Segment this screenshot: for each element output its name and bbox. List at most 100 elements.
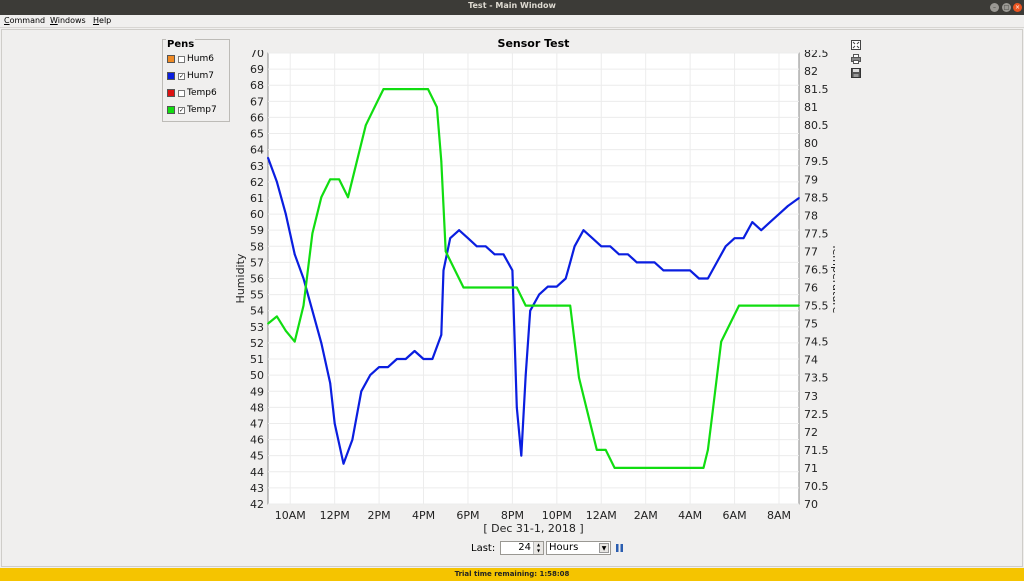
data-point-hum7 xyxy=(680,269,683,272)
x-tick-label: 8AM xyxy=(767,509,791,522)
y-tick-label: 64 xyxy=(250,144,264,157)
last-value[interactable]: 24 xyxy=(518,542,531,553)
data-point-temp7 xyxy=(293,340,296,343)
data-point-hum7 xyxy=(653,261,656,264)
pen-row-temp7[interactable]: ✓ Temp7 xyxy=(167,104,217,116)
y-tick-label: 53 xyxy=(250,321,264,334)
data-point-temp7 xyxy=(640,467,643,469)
x-tick-label: 6AM xyxy=(723,509,747,522)
y2-tick-label: 81.5 xyxy=(804,83,829,96)
data-point-temp7 xyxy=(729,322,732,325)
pens-legend: Pens Hum6 ✓ Hum7 Temp6 ✓ Temp7 xyxy=(162,39,230,122)
y2-tick-label: 74 xyxy=(804,354,818,367)
y2-tick-label: 80.5 xyxy=(804,119,829,132)
chevron-down-icon[interactable]: ▼ xyxy=(599,543,609,553)
menu-bar: Command Windows Help xyxy=(0,15,1024,28)
zoom-icon[interactable] xyxy=(851,40,861,50)
data-point-temp7 xyxy=(649,467,652,469)
data-point-temp7 xyxy=(440,160,443,163)
pen-label: Temp6 xyxy=(187,88,217,98)
y-tick-label: 59 xyxy=(250,224,264,237)
pen-checkbox[interactable]: ✓ xyxy=(178,106,185,114)
trial-status-text: Trial time remaining: 1:58:08 xyxy=(454,570,570,578)
data-point-hum7 xyxy=(644,261,647,264)
data-point-temp7 xyxy=(533,304,536,307)
pen-color-swatch xyxy=(167,89,175,97)
data-point-temp7 xyxy=(391,88,394,90)
last-label: Last: xyxy=(471,543,496,554)
y2-tick-label: 81 xyxy=(804,101,818,114)
chart-plot[interactable]: 42 43 44 45 46 47 48 49 50 51 52 53 54 55 56 57 58 59 60 61… xyxy=(235,50,835,540)
y-tick-label: 42 xyxy=(250,498,264,511)
data-point-hum7 xyxy=(342,462,345,465)
close-button[interactable]: × xyxy=(1013,3,1022,12)
data-point-temp7 xyxy=(764,304,767,307)
data-point-hum7 xyxy=(689,269,692,272)
data-point-hum7 xyxy=(267,156,269,159)
y-tick-label: 58 xyxy=(250,240,264,253)
y2-tick-label: 78.5 xyxy=(804,191,829,204)
data-point-hum7 xyxy=(511,269,514,272)
y2-tick-label: 77 xyxy=(804,245,818,258)
pause-icon[interactable] xyxy=(615,543,624,553)
pen-row-hum7[interactable]: ✓ Hum7 xyxy=(167,70,214,82)
menu-help[interactable]: Help xyxy=(93,16,111,25)
data-point-hum7 xyxy=(422,358,425,360)
data-point-temp7 xyxy=(604,448,607,451)
y2-tick-label: 70 xyxy=(804,498,818,511)
menu-windows[interactable]: Windows xyxy=(50,16,86,25)
data-point-hum7 xyxy=(413,350,416,352)
pen-row-temp6[interactable]: Temp6 xyxy=(167,87,217,99)
pen-label: Hum7 xyxy=(187,71,214,81)
menu-command[interactable]: Command xyxy=(4,16,45,25)
data-point-hum7 xyxy=(302,277,305,280)
data-point-temp7 xyxy=(427,88,429,90)
data-point-hum7 xyxy=(449,237,452,240)
x-tick-label: 12AM xyxy=(586,509,617,522)
pen-row-hum6[interactable]: Hum6 xyxy=(167,53,214,65)
data-point-hum7 xyxy=(369,374,372,377)
y-tick-label: 50 xyxy=(250,369,264,382)
data-point-temp7 xyxy=(498,286,500,289)
data-point-hum7 xyxy=(698,277,700,280)
pen-checkbox[interactable] xyxy=(178,89,185,97)
maximize-button[interactable]: □ xyxy=(1002,3,1011,12)
data-point-temp7 xyxy=(675,467,678,469)
data-point-temp7 xyxy=(551,304,554,307)
data-point-hum7 xyxy=(431,358,434,360)
time-unit-dropdown[interactable]: Hours ▼ xyxy=(546,541,611,555)
pen-checkbox[interactable] xyxy=(178,55,185,63)
data-point-hum7 xyxy=(329,382,332,385)
save-icon[interactable] xyxy=(851,68,861,78)
spinner-down-icon[interactable]: ▼ xyxy=(534,548,543,554)
y-tick-label: 52 xyxy=(250,337,264,350)
window-title: Test - Main Window xyxy=(468,1,556,10)
data-point-temp7 xyxy=(667,467,669,469)
data-point-hum7 xyxy=(798,197,800,199)
last-value-spinner[interactable]: 24 ▲ ▼ xyxy=(500,541,544,555)
data-point-hum7 xyxy=(538,293,540,296)
y2-tick-label: 70.5 xyxy=(804,480,829,493)
spinner-arrows[interactable]: ▲ ▼ xyxy=(533,542,543,554)
y2-tick-label: 79.5 xyxy=(804,155,829,168)
pen-label: Temp7 xyxy=(187,105,217,115)
y2-tick-label: 79 xyxy=(804,173,818,186)
data-point-temp7 xyxy=(755,304,758,307)
print-icon[interactable] xyxy=(851,54,861,64)
data-point-hum7 xyxy=(582,229,585,232)
data-point-temp7 xyxy=(489,286,492,289)
data-point-hum7 xyxy=(724,245,727,248)
data-point-temp7 xyxy=(462,286,465,289)
data-point-hum7 xyxy=(333,422,336,425)
pen-checkbox[interactable]: ✓ xyxy=(178,72,185,80)
pens-title: Pens xyxy=(166,39,196,50)
minimize-button[interactable]: – xyxy=(990,3,999,12)
y-tick-label: 62 xyxy=(250,176,264,189)
data-point-temp7 xyxy=(702,467,705,469)
data-point-hum7 xyxy=(609,245,612,248)
y2-tick-label: 71 xyxy=(804,462,818,475)
data-point-temp7 xyxy=(382,88,385,90)
data-point-temp7 xyxy=(302,304,305,307)
data-point-hum7 xyxy=(715,261,718,264)
data-point-hum7 xyxy=(502,253,505,256)
